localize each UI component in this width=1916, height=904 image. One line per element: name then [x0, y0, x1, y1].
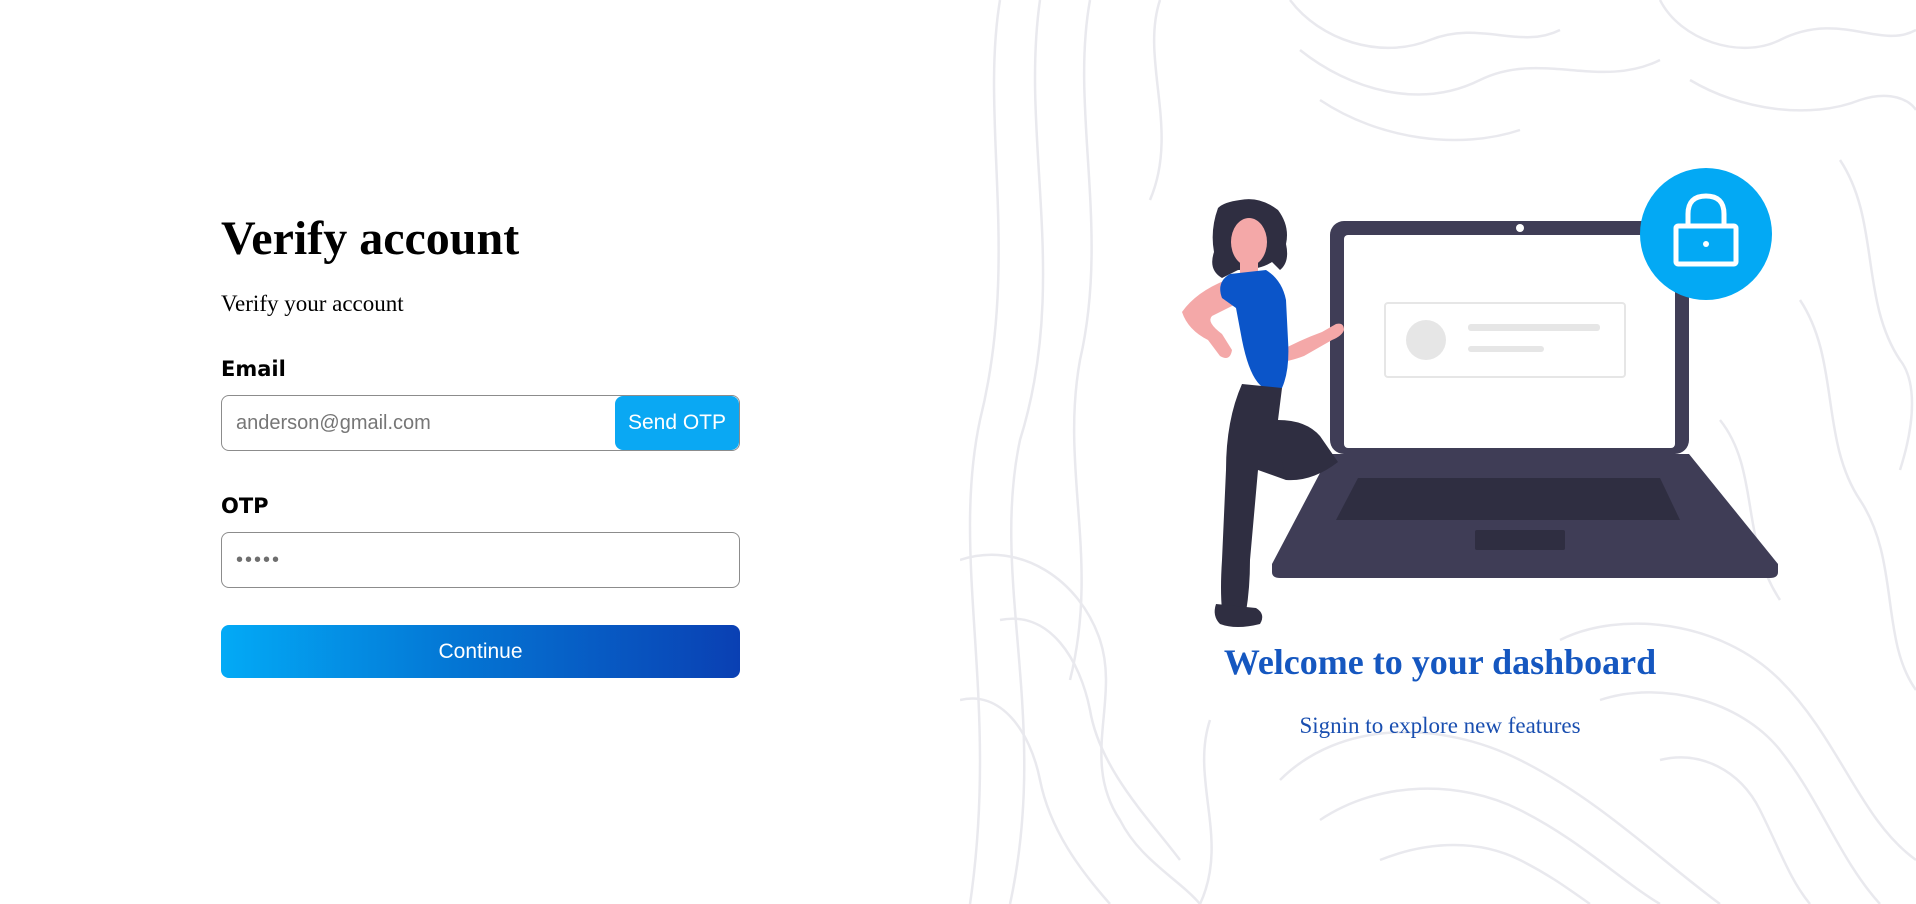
continue-button[interactable]: Continue	[221, 625, 740, 678]
verify-form: Verify account Verify your account Email…	[221, 210, 740, 678]
page-subtitle: Verify your account	[221, 291, 404, 316]
hero-pane: Welcome to your dashboard Signin to expl…	[960, 0, 1916, 904]
verify-page: Verify account Verify your account Email…	[0, 0, 1916, 904]
lock-icon	[1640, 168, 1772, 300]
hero-subtitle: Signin to explore new features	[1299, 713, 1581, 738]
dashboard-illustration	[1182, 168, 1778, 627]
otp-input[interactable]	[222, 533, 739, 587]
email-input[interactable]	[222, 396, 617, 450]
send-otp-button[interactable]: Send OTP	[615, 396, 739, 450]
otp-input-group	[221, 532, 740, 588]
form-pane: Verify account Verify your account Email…	[0, 0, 960, 904]
email-input-group: Send OTP	[221, 395, 740, 451]
email-label: Email	[221, 357, 286, 381]
page-title: Verify account	[221, 212, 520, 265]
hero-title: Welcome to your dashboard	[1223, 642, 1657, 682]
otp-label: OTP	[221, 494, 269, 518]
